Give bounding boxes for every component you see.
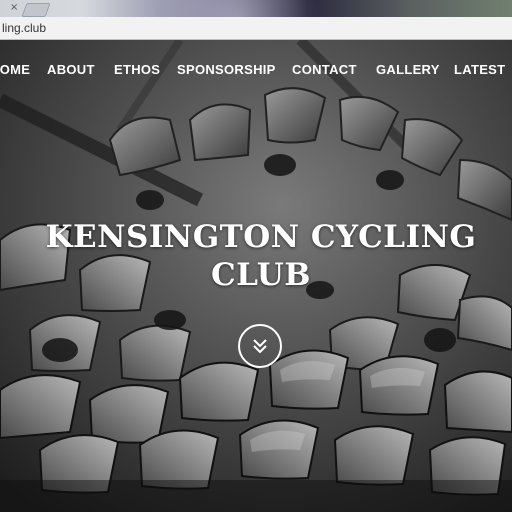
url-text[interactable]: ling.club [2,21,46,35]
web-page: HOME ABOUT ETHOS SPONSORSHIP CONTACT GAL… [0,40,512,512]
tab-close-icon[interactable]: × [10,2,18,13]
hero-title-line-2: CLUB [210,257,311,293]
hero-title-line-1: KENSINGTON CYCLING [45,219,477,255]
nav-about-link[interactable]: ABOUT [47,62,95,77]
tab-strip-background [150,0,370,17]
hero-title: KENSINGTON CYCLING CLUB [0,218,512,294]
browser-tab-strip: × [0,0,512,17]
new-tab-button[interactable] [21,3,51,17]
nav-home-link[interactable]: HOME [0,62,30,77]
double-chevron-down-icon [253,339,267,354]
address-bar[interactable]: ling.club [0,17,512,40]
nav-ethos-link[interactable]: ETHOS [114,62,160,77]
nav-gallery-link[interactable]: GALLERY [376,62,440,77]
scroll-down-button[interactable] [238,324,282,368]
nav-contact-link[interactable]: CONTACT [292,62,357,77]
nav-sponsorship-link[interactable]: SPONSORSHIP [177,62,276,77]
main-navigation: HOME ABOUT ETHOS SPONSORSHIP CONTACT GAL… [0,62,512,82]
nav-latest-link[interactable]: LATEST [454,62,505,77]
